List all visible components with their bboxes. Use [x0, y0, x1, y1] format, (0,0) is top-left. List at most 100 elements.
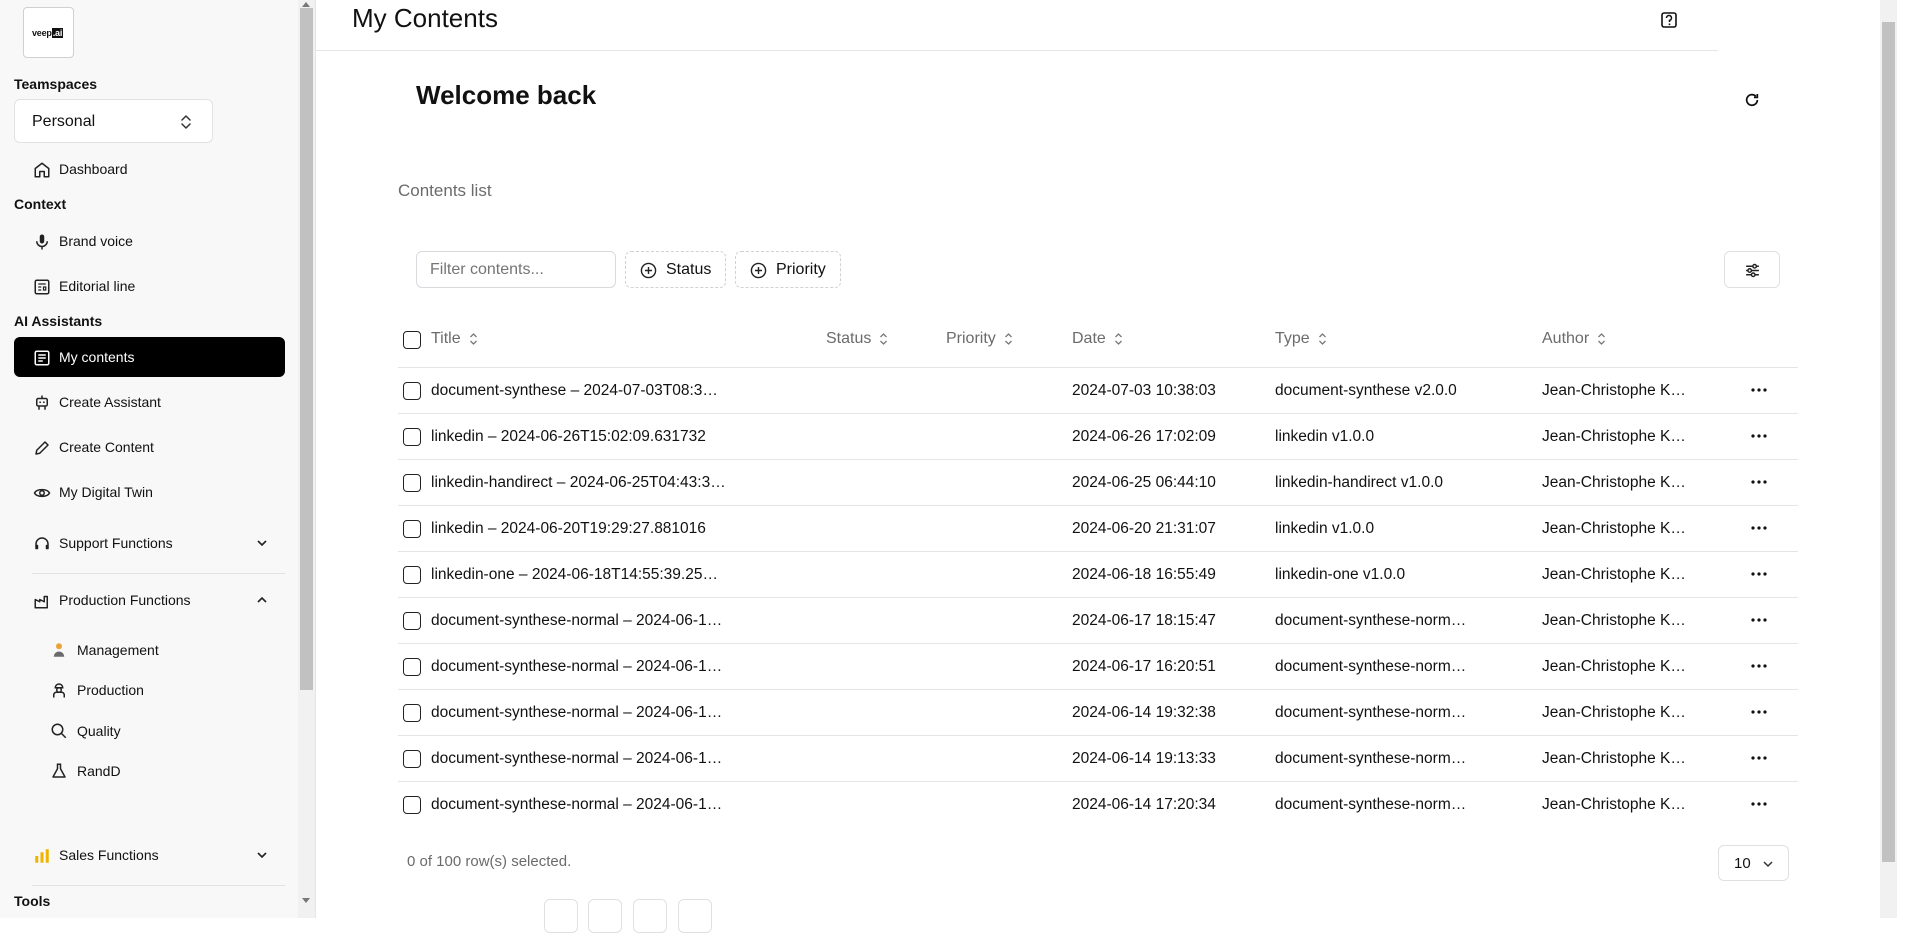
- cell-date: 2024-06-25 06:44:10: [1072, 474, 1216, 491]
- first-page-button[interactable]: [544, 899, 578, 933]
- table-row[interactable]: document-synthese – 2024-07-03T08:3… 202…: [398, 367, 1798, 413]
- newspaper-icon: [33, 278, 51, 296]
- cell-title[interactable]: document-synthese-normal – 2024-06-1…: [431, 658, 741, 676]
- scroll-up-arrow[interactable]: [302, 2, 310, 7]
- table-row[interactable]: document-synthese-normal – 2024-06-1… 20…: [398, 597, 1798, 643]
- sort-icon: [1114, 332, 1123, 346]
- refresh-icon[interactable]: [1744, 92, 1760, 108]
- priority-filter-button[interactable]: Priority: [735, 251, 841, 288]
- next-page-button[interactable]: [633, 899, 667, 933]
- headset-icon: [33, 535, 51, 553]
- cell-type: linkedin v1.0.0: [1275, 428, 1375, 445]
- column-date[interactable]: Date: [1072, 330, 1123, 348]
- teamspace-value: Personal: [32, 113, 96, 130]
- table-row[interactable]: document-synthese-normal – 2024-06-1… 20…: [398, 781, 1798, 827]
- view-options-button[interactable]: [1724, 251, 1780, 288]
- cell-title[interactable]: document-synthese-normal – 2024-06-1…: [431, 750, 741, 768]
- table-row[interactable]: linkedin-handirect – 2024-06-25T04:43:3……: [398, 459, 1798, 505]
- status-filter-button[interactable]: Status: [625, 251, 726, 288]
- sub-item-management[interactable]: Management: [48, 634, 278, 666]
- rows-per-page-select[interactable]: 10: [1718, 845, 1789, 881]
- nav-brand-voice[interactable]: Brand voice: [14, 221, 285, 261]
- row-checkbox[interactable]: [403, 704, 421, 722]
- teamspaces-heading: Teamspaces: [14, 76, 98, 92]
- cell-title[interactable]: document-synthese – 2024-07-03T08:3…: [431, 382, 741, 400]
- cell-author: Jean-Christophe K…: [1542, 474, 1686, 491]
- scroll-down-arrow[interactable]: [302, 898, 310, 903]
- bar-chart-icon: [33, 847, 51, 865]
- row-checkbox[interactable]: [403, 658, 421, 676]
- help-icon[interactable]: [1661, 12, 1677, 30]
- cell-title[interactable]: linkedin – 2024-06-20T19:29:27.881016: [431, 520, 741, 538]
- nav-support-functions[interactable]: Support Functions: [14, 523, 285, 563]
- column-title[interactable]: Title: [431, 330, 478, 348]
- nav-create-assistant[interactable]: Create Assistant: [14, 382, 285, 422]
- more-horizontal-icon[interactable]: [1750, 795, 1768, 813]
- row-checkbox[interactable]: [403, 520, 421, 538]
- cell-title[interactable]: document-synthese-normal – 2024-06-1…: [431, 704, 741, 722]
- sub-item-randd[interactable]: RandD: [48, 755, 278, 787]
- cell-title[interactable]: document-synthese-normal – 2024-06-1…: [431, 612, 741, 630]
- sub-item-quality[interactable]: Quality: [48, 715, 278, 747]
- cell-author: Jean-Christophe K…: [1542, 796, 1686, 813]
- row-checkbox[interactable]: [403, 750, 421, 768]
- cell-type: document-synthese-norm…: [1275, 658, 1467, 675]
- cell-title[interactable]: linkedin-one – 2024-06-18T14:55:39.25…: [431, 566, 741, 584]
- select-all-checkbox[interactable]: [403, 331, 421, 349]
- pencil-icon: [33, 439, 51, 457]
- nav-create-content[interactable]: Create Content: [14, 427, 285, 467]
- sub-item-production[interactable]: Production: [48, 674, 278, 706]
- more-horizontal-icon[interactable]: [1750, 519, 1768, 537]
- column-type[interactable]: Type: [1275, 330, 1327, 348]
- nav-create-content-label: Create Content: [59, 439, 154, 455]
- chevron-down-icon: [255, 536, 269, 550]
- factory-icon: [33, 592, 51, 610]
- more-horizontal-icon[interactable]: [1750, 703, 1768, 721]
- table-row[interactable]: linkedin – 2024-06-20T19:29:27.881016 20…: [398, 505, 1798, 551]
- row-checkbox[interactable]: [403, 382, 421, 400]
- cell-title[interactable]: document-synthese-normal – 2024-06-1…: [431, 796, 741, 814]
- nav-create-assistant-label: Create Assistant: [59, 394, 161, 410]
- more-horizontal-icon[interactable]: [1750, 611, 1768, 629]
- nav-digital-twin[interactable]: My Digital Twin: [14, 472, 285, 512]
- row-checkbox[interactable]: [403, 428, 421, 446]
- table-row[interactable]: linkedin – 2024-06-26T15:02:09.631732 20…: [398, 413, 1798, 459]
- teamspace-select[interactable]: Personal: [14, 99, 213, 143]
- more-horizontal-icon[interactable]: [1750, 427, 1768, 445]
- more-horizontal-icon[interactable]: [1750, 657, 1768, 675]
- table-row[interactable]: linkedin-one – 2024-06-18T14:55:39.25… 2…: [398, 551, 1798, 597]
- logo[interactable]: veep.ai: [23, 7, 74, 58]
- sub-item-management-label: Management: [77, 642, 159, 658]
- row-checkbox[interactable]: [403, 474, 421, 492]
- column-priority[interactable]: Priority: [946, 330, 1013, 348]
- nav-production-functions[interactable]: Production Functions: [14, 580, 285, 620]
- column-status-label: Status: [826, 330, 872, 347]
- contents-list-label: Contents list: [398, 181, 492, 200]
- cell-title[interactable]: linkedin – 2024-06-26T15:02:09.631732: [431, 428, 741, 446]
- sort-icon: [1004, 332, 1013, 346]
- cell-title[interactable]: linkedin-handirect – 2024-06-25T04:43:3…: [431, 474, 741, 492]
- more-horizontal-icon[interactable]: [1750, 749, 1768, 767]
- sidebar-scrollbar-thumb[interactable]: [300, 8, 313, 690]
- table-row[interactable]: document-synthese-normal – 2024-06-1… 20…: [398, 689, 1798, 735]
- column-status[interactable]: Status: [826, 330, 888, 348]
- row-checkbox[interactable]: [403, 566, 421, 584]
- row-checkbox[interactable]: [403, 796, 421, 814]
- last-page-button[interactable]: [678, 899, 712, 933]
- more-horizontal-icon[interactable]: [1750, 381, 1768, 399]
- nav-sales-functions[interactable]: Sales Functions: [14, 835, 285, 875]
- filter-contents-input[interactable]: [416, 251, 616, 288]
- nav-my-contents[interactable]: My contents: [14, 337, 285, 377]
- nav-dashboard[interactable]: Dashboard: [14, 149, 285, 189]
- table-row[interactable]: document-synthese-normal – 2024-06-1… 20…: [398, 643, 1798, 689]
- plus-circle-icon: [750, 262, 767, 279]
- column-author[interactable]: Author: [1542, 330, 1606, 348]
- more-horizontal-icon[interactable]: [1750, 565, 1768, 583]
- nav-editorial-line[interactable]: Editorial line: [14, 266, 285, 306]
- more-horizontal-icon[interactable]: [1750, 473, 1768, 491]
- row-checkbox[interactable]: [403, 612, 421, 630]
- cell-date: 2024-06-14 19:32:38: [1072, 704, 1216, 721]
- page-scrollbar-thumb[interactable]: [1882, 22, 1895, 862]
- table-row[interactable]: document-synthese-normal – 2024-06-1… 20…: [398, 735, 1798, 781]
- previous-page-button[interactable]: [588, 899, 622, 933]
